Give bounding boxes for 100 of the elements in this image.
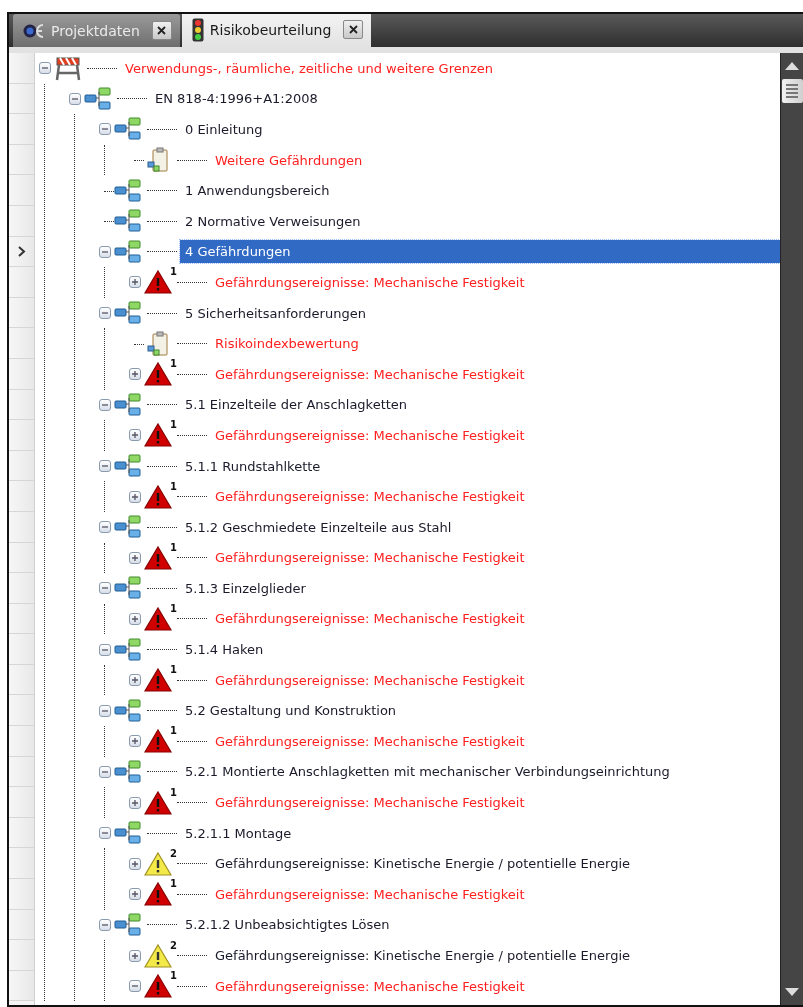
traffic-light-icon bbox=[191, 17, 204, 42]
tab[interactable]: Risikobeurteilung bbox=[181, 14, 372, 47]
warning-triangle-icon bbox=[144, 850, 172, 877]
tree-item[interactable]: 0 Einleitung bbox=[180, 118, 268, 141]
hierarchy-blocks-icon bbox=[114, 238, 142, 265]
expand-button[interactable] bbox=[129, 735, 141, 748]
tree-item[interactable]: Gefährdungsereignisse: Mechanische Festigkeit bbox=[210, 270, 530, 294]
collapse-button[interactable] bbox=[99, 765, 111, 778]
tree-item[interactable]: 5.1.2 Geschmiedete Einzelteile aus Stahl bbox=[180, 515, 457, 539]
collapse-button[interactable] bbox=[39, 62, 51, 75]
ce-logo-icon bbox=[23, 22, 45, 39]
tree-item[interactable]: Gefährdungsereignisse: Mechanische Festigkeit bbox=[210, 546, 530, 570]
warning-triangle-icon bbox=[144, 667, 172, 694]
tree-item[interactable]: Gefährdungsereignisse: Mechanische Festigkeit bbox=[210, 668, 530, 692]
tree-item[interactable]: 5.2 Gestaltung und Konstruktion bbox=[180, 699, 402, 723]
collapse-button[interactable] bbox=[99, 460, 111, 472]
risk-level-number: 1 bbox=[170, 480, 177, 492]
tree-item[interactable]: Risikoindexbewertung bbox=[210, 332, 364, 356]
row-header[interactable] bbox=[9, 236, 34, 268]
plus-icon bbox=[131, 553, 139, 562]
tree-item[interactable]: 5.1.4 Haken bbox=[180, 638, 269, 662]
barrier-icon bbox=[54, 55, 82, 82]
expand-button[interactable] bbox=[129, 857, 141, 870]
warning-triangle-icon bbox=[144, 422, 172, 449]
close-tab-button[interactable] bbox=[151, 21, 172, 40]
close-tab-button[interactable] bbox=[343, 20, 364, 39]
tree-item[interactable]: 2 Normative Verweisungen bbox=[180, 209, 366, 233]
warning-triangle-icon bbox=[144, 942, 172, 969]
tree-item[interactable]: 5.1 Einzelteile der Anschlagketten bbox=[180, 393, 413, 417]
tree-item[interactable]: 5.2.1 Montierte Anschlagketten mit mechanischer Verbindungseinrichtung bbox=[180, 760, 675, 784]
warning-triangle-icon bbox=[144, 789, 172, 816]
expand-button[interactable] bbox=[129, 613, 141, 625]
hierarchy-blocks-icon bbox=[114, 453, 142, 479]
scroll-thumb[interactable] bbox=[781, 79, 803, 103]
tree-item[interactable]: 1 Anwendungsbereich bbox=[180, 179, 335, 203]
collapse-button[interactable] bbox=[99, 582, 111, 595]
collapse-button[interactable] bbox=[99, 307, 111, 320]
tree-item[interactable]: 5.2.1.2 Unbeabsichtigtes Lösen bbox=[180, 913, 395, 937]
tree-item[interactable]: 5.2.1.1 Montage bbox=[180, 821, 297, 845]
tree-item[interactable]: EN 818-4:1996+A1:2008 bbox=[150, 87, 323, 111]
collapse-button[interactable] bbox=[99, 827, 111, 840]
hierarchy-blocks-icon bbox=[114, 300, 142, 327]
warning-triangle-icon bbox=[144, 606, 172, 632]
tree-item[interactable]: Verwendungs-, räumliche, zeitliche und weitere Grenzen bbox=[120, 56, 498, 80]
tree-item[interactable]: Gefährdungsereignisse: Mechanische Festigkeit bbox=[210, 729, 530, 753]
plus-icon bbox=[131, 798, 139, 807]
expand-button[interactable] bbox=[129, 490, 141, 503]
down-triangle-icon bbox=[785, 988, 799, 996]
warning-triangle-icon bbox=[144, 973, 172, 1000]
expand-button[interactable] bbox=[129, 949, 141, 962]
tree-item[interactable]: Gefährdungsereignisse: Kinetische Energie / potentielle Energie bbox=[210, 944, 636, 967]
tree-item[interactable]: 5.1.1 Rundstahlkette bbox=[180, 454, 326, 478]
hierarchy-blocks-icon bbox=[114, 514, 142, 541]
risk-level-number: 1 bbox=[170, 603, 177, 614]
collapse-button[interactable] bbox=[99, 643, 111, 656]
tree-item[interactable]: Gefährdungsereignisse: Kinetische Energie / potentielle Energie bbox=[210, 852, 636, 876]
hierarchy-blocks-icon bbox=[114, 391, 142, 418]
tree-item[interactable]: 5.1.3 Einzelglieder bbox=[180, 576, 311, 600]
hierarchy-blocks-icon bbox=[114, 697, 142, 724]
expand-button[interactable] bbox=[129, 674, 141, 687]
tree-item[interactable]: Gefährdungsereignisse: Mechanische Festigkeit bbox=[210, 423, 530, 447]
collapse-button[interactable] bbox=[99, 704, 111, 717]
collapse-button[interactable] bbox=[99, 123, 111, 136]
close-icon bbox=[348, 25, 358, 34]
scrollbar[interactable] bbox=[780, 53, 803, 1005]
tree-item[interactable]: Gefährdungsereignisse: Mechanische Festigkeit bbox=[210, 974, 530, 998]
tree-item[interactable]: 5 Sicherheitsanforderungen bbox=[180, 301, 371, 325]
collapse-button[interactable] bbox=[69, 92, 81, 105]
expand-button[interactable] bbox=[129, 888, 141, 901]
hierarchy-blocks-icon bbox=[114, 758, 142, 785]
tree-item[interactable]: Gefährdungsereignisse: Mechanische Festigkeit bbox=[210, 882, 530, 906]
collapse-button[interactable] bbox=[129, 980, 141, 993]
risk-level-number: 1 bbox=[170, 725, 177, 737]
expand-button[interactable] bbox=[129, 276, 141, 289]
collapse-button[interactable] bbox=[99, 918, 111, 931]
tree-item[interactable]: Gefährdungsereignisse: Mechanische Festigkeit bbox=[210, 607, 530, 631]
risk-level-number: 1 bbox=[170, 541, 177, 553]
expand-button[interactable] bbox=[129, 368, 141, 381]
hierarchy-blocks-icon bbox=[114, 208, 142, 235]
hierarchy-blocks-icon bbox=[84, 85, 112, 112]
plus-icon bbox=[131, 615, 139, 623]
tree-item[interactable]: Weitere Gefährdungen bbox=[210, 148, 368, 172]
collapse-button[interactable] bbox=[99, 398, 111, 411]
current-row-chevron-icon bbox=[17, 245, 26, 257]
expand-button[interactable] bbox=[129, 796, 141, 809]
expand-button[interactable] bbox=[129, 429, 141, 442]
hierarchy-blocks-icon bbox=[114, 911, 142, 938]
risk-level-number: 2 bbox=[170, 939, 177, 951]
expand-button[interactable] bbox=[129, 551, 141, 564]
risk-level-number: 2 bbox=[170, 847, 177, 859]
plus-icon bbox=[131, 951, 139, 960]
collapse-button[interactable] bbox=[99, 245, 111, 258]
tree-item[interactable]: Gefährdungsereignisse: Mechanische Festigkeit bbox=[210, 485, 530, 509]
collapse-button[interactable] bbox=[99, 521, 111, 534]
warning-triangle-icon bbox=[144, 269, 172, 296]
tree-item[interactable]: 4 Gefährdungen bbox=[180, 240, 780, 264]
tree-item[interactable]: Gefährdungsereignisse: Mechanische Festigkeit bbox=[210, 362, 530, 386]
minus-icon bbox=[101, 462, 109, 470]
risk-level-number: 1 bbox=[170, 786, 177, 798]
tree-item[interactable]: Gefährdungsereignisse: Mechanische Festigkeit bbox=[210, 791, 530, 815]
